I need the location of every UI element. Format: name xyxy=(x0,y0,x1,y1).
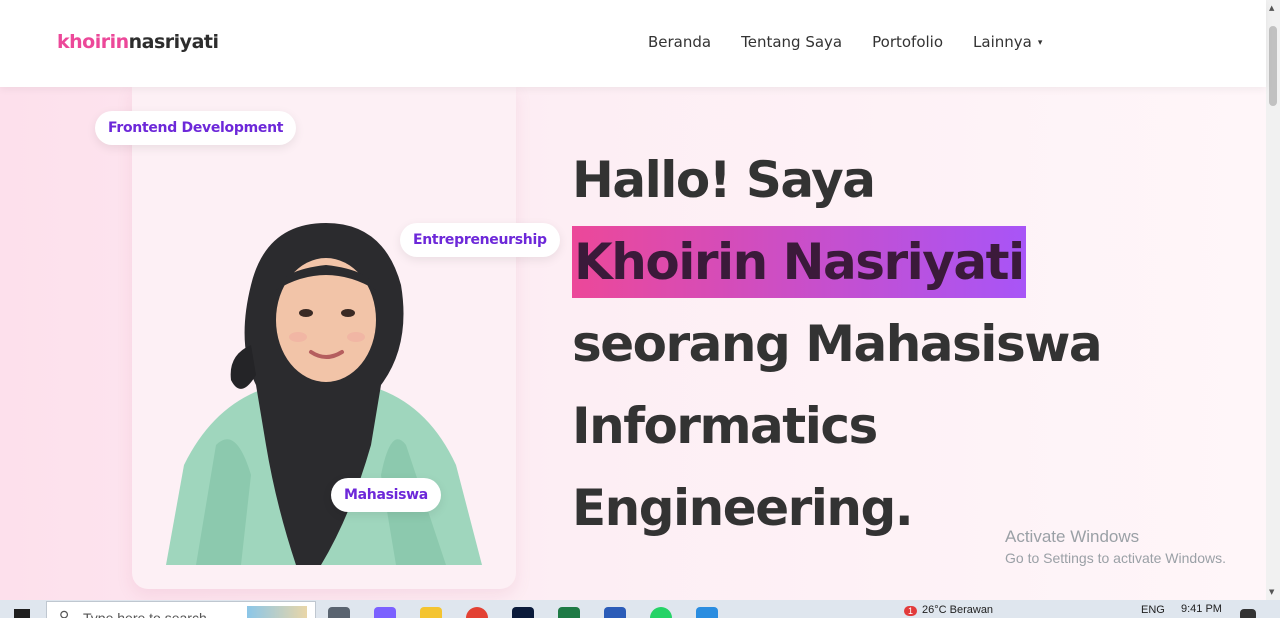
tag-pill-frontend: Frontend Development xyxy=(95,111,297,145)
search-highlight-image xyxy=(247,606,307,618)
copilot-icon[interactable] xyxy=(374,607,396,618)
vscode-icon[interactable] xyxy=(696,607,718,618)
nav-menu: Beranda Tentang Saya Portofolio Lainnya ▾ xyxy=(648,33,1042,51)
chrome-icon[interactable] xyxy=(466,607,488,618)
headline-line-4: Informatics xyxy=(572,397,878,455)
windows-start-icon[interactable] xyxy=(14,609,30,618)
photoshop-icon[interactable] xyxy=(512,607,534,618)
whatsapp-icon[interactable] xyxy=(650,607,672,618)
windows-taskbar: ⚲ Type here to search 1 26°C Berawan ENG… xyxy=(0,600,1280,618)
tag-pill-entrepreneurship: Entrepreneurship xyxy=(400,223,560,257)
excel-icon[interactable] xyxy=(558,607,580,618)
logo-part-1: khoirin xyxy=(57,31,129,53)
profile-photo-card xyxy=(132,87,516,589)
weather-widget[interactable]: 26°C Berawan xyxy=(922,604,993,616)
scrollbar-thumb[interactable] xyxy=(1269,26,1277,106)
search-placeholder: Type here to search xyxy=(83,610,207,618)
nav-item-tentang-saya[interactable]: Tentang Saya xyxy=(741,33,842,51)
windows-activation-watermark: Activate Windows Go to Settings to activ… xyxy=(1005,527,1226,566)
tag-pill-mahasiswa: Mahasiswa xyxy=(331,478,441,512)
notification-center-icon[interactable] xyxy=(1240,609,1256,618)
headline-line-3: seorang Mahasiswa xyxy=(572,315,1103,373)
nav-item-portofolio[interactable]: Portofolio xyxy=(872,33,943,51)
site-logo[interactable]: khoirinnasriyati xyxy=(57,31,219,53)
file-explorer-icon[interactable] xyxy=(420,607,442,618)
headline-line-1: Hallo! Saya xyxy=(572,151,876,209)
dropdown-caret-icon: ▾ xyxy=(1037,38,1043,48)
highlighted-name: Khoirin Nasriyati xyxy=(572,226,1026,298)
notification-badge: 1 xyxy=(904,606,918,616)
watermark-title: Activate Windows xyxy=(1005,527,1140,546)
search-icon: ⚲ xyxy=(59,608,70,618)
task-view-icon[interactable] xyxy=(328,607,350,618)
word-icon[interactable] xyxy=(604,607,626,618)
logo-part-2: nasriyati xyxy=(128,31,219,53)
hero-section: Frontend Development Entrepreneurship Ma… xyxy=(0,87,1266,600)
vertical-scrollbar[interactable]: ▲ ▼ xyxy=(1266,0,1280,600)
language-indicator[interactable]: ENG xyxy=(1141,604,1165,616)
headline-line-2: Khoirin Nasriyati xyxy=(572,221,1101,303)
hero-headline: Hallo! Saya Khoirin Nasriyati seorang Ma… xyxy=(572,139,1103,549)
scroll-down-icon[interactable]: ▼ xyxy=(1269,588,1274,596)
nav-item-beranda[interactable]: Beranda xyxy=(648,33,711,51)
nav-item-lainnya-label: Lainnya xyxy=(973,33,1032,51)
nav-item-lainnya[interactable]: Lainnya ▾ xyxy=(973,33,1042,51)
taskbar-search-input[interactable]: ⚲ Type here to search xyxy=(46,601,316,618)
watermark-subtitle: Go to Settings to activate Windows. xyxy=(1005,550,1226,566)
top-navbar: khoirinnasriyati Beranda Tentang Saya Po… xyxy=(0,0,1266,87)
profile-photo xyxy=(166,223,482,565)
clock-time[interactable]: 9:41 PM xyxy=(1181,603,1222,615)
scroll-up-icon[interactable]: ▲ xyxy=(1269,4,1274,12)
